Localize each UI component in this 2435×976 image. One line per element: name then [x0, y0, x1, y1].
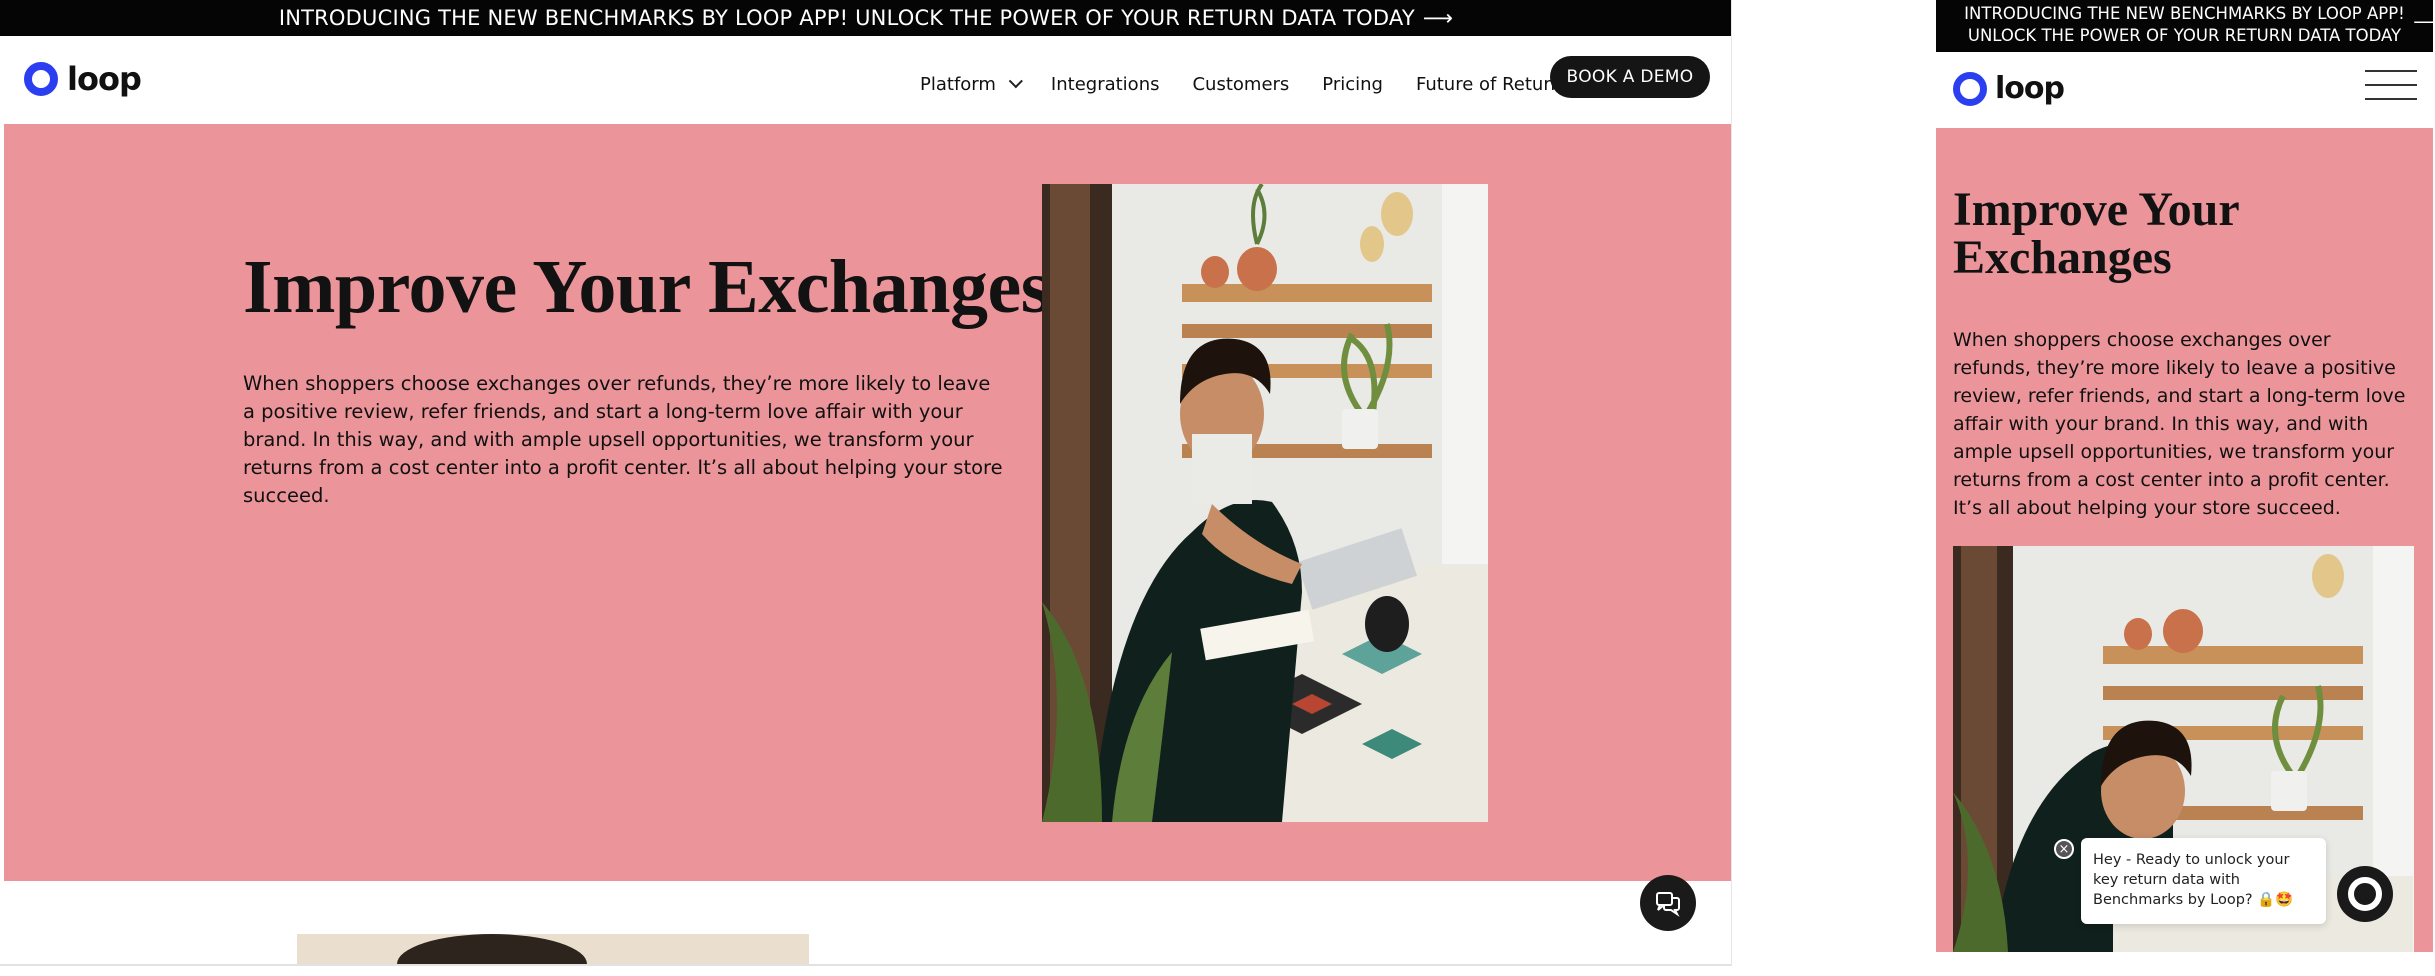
nav-item-pricing[interactable]: Pricing: [1322, 74, 1383, 95]
chat-launcher-button[interactable]: [1640, 875, 1696, 931]
close-icon[interactable]: ×: [2054, 839, 2074, 859]
hamburger-menu-icon[interactable]: [2365, 68, 2417, 102]
chevron-down-icon: [1008, 74, 1023, 89]
hero-title: Improve Your Exchanges: [243, 245, 1050, 329]
main-nav: loop Platform Integrations Customers Pri…: [0, 36, 1731, 124]
mobile-hero-body: When shoppers choose exchanges over refu…: [1953, 329, 2406, 519]
nav-item-future-of-returns[interactable]: Future of Returns: [1416, 74, 1571, 95]
next-section-photo: [297, 934, 809, 964]
arrow-right-icon[interactable]: ⟶: [2413, 12, 2433, 34]
mobile-hero-title: Improve Your Exchanges: [1953, 183, 2239, 284]
screenshot-stage: INTRODUCING THE NEW BENCHMARKS BY LOOP A…: [0, 0, 2435, 976]
hero-photo-illustration: [1042, 184, 1488, 822]
logo[interactable]: loop: [24, 60, 142, 98]
chat-popup-text: Hey - Ready to unlock your key return da…: [2093, 852, 2294, 908]
person-silhouette: [397, 934, 587, 964]
mobile-announcement-text[interactable]: INTRODUCING THE NEW BENCHMARKS BY LOOP A…: [1964, 4, 2405, 45]
nav-item-label: Platform: [920, 73, 996, 95]
arrow-right-icon[interactable]: ⟶: [1423, 6, 1453, 30]
loop-ring-icon: [2348, 877, 2382, 911]
announcement-text[interactable]: INTRODUCING THE NEW BENCHMARKS BY LOOP A…: [279, 6, 1415, 30]
hero-photo: [1042, 184, 1488, 822]
nav-item-integrations[interactable]: Integrations: [1051, 74, 1160, 95]
mobile-logo[interactable]: loop: [1953, 71, 2065, 106]
logo-ring-icon: [1953, 72, 1987, 106]
logo-wordmark: loop: [1995, 71, 2065, 106]
hero-body: When shoppers choose exchanges over refu…: [243, 372, 1003, 507]
mobile-viewport: INTRODUCING THE NEW BENCHMARKS BY LOOP A…: [1936, 0, 2433, 952]
nav-item-customers[interactable]: Customers: [1192, 74, 1289, 95]
mobile-chat-launcher-button[interactable]: [2337, 866, 2393, 922]
logo-ring-icon: [24, 62, 58, 96]
chat-popup-message[interactable]: Hey - Ready to unlock your key return da…: [2081, 838, 2326, 924]
announcement-banner[interactable]: INTRODUCING THE NEW BENCHMARKS BY LOOP A…: [0, 0, 1731, 36]
nav-menu: Platform Integrations Customers Pricing …: [920, 64, 1604, 104]
logo-wordmark: loop: [67, 60, 142, 98]
book-demo-button[interactable]: BOOK A DEMO: [1550, 56, 1710, 98]
chat-bubbles-icon: [1656, 892, 1680, 917]
desktop-viewport: INTRODUCING THE NEW BENCHMARKS BY LOOP A…: [0, 0, 1732, 966]
mobile-nav: loop: [1936, 52, 2433, 128]
mobile-announcement-banner[interactable]: INTRODUCING THE NEW BENCHMARKS BY LOOP A…: [1936, 0, 2433, 52]
nav-item-platform[interactable]: Platform: [920, 73, 1023, 95]
